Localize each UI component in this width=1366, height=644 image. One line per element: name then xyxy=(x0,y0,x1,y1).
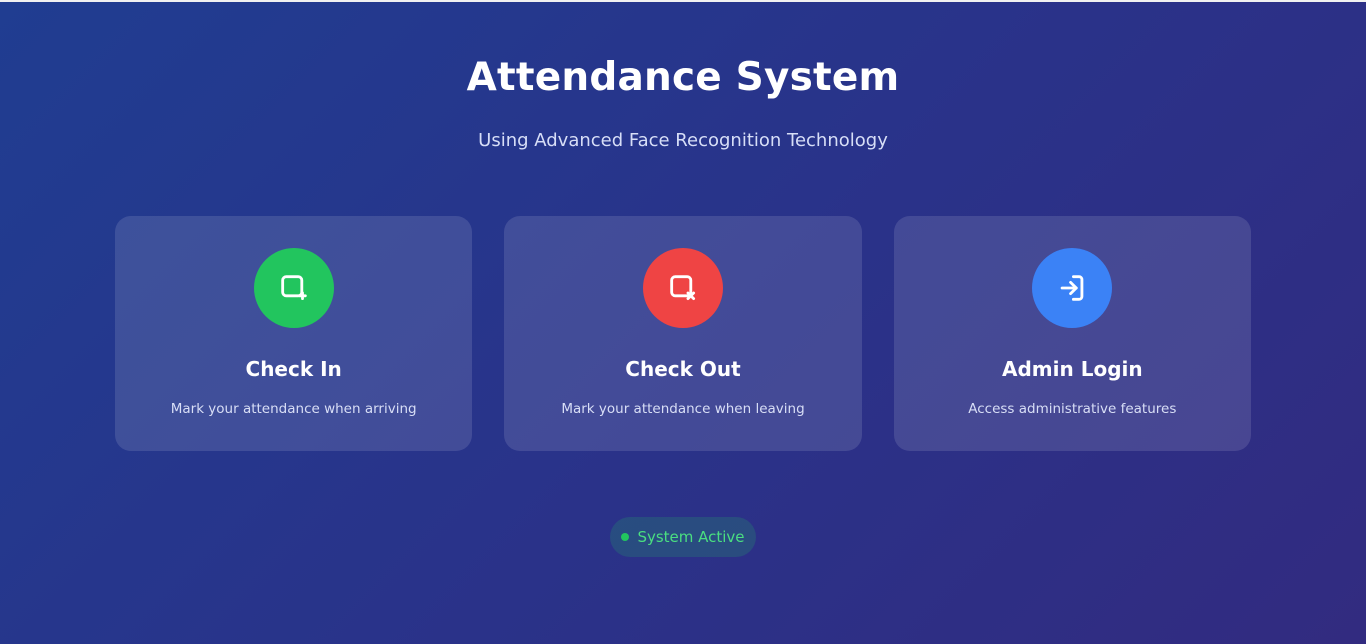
check-out-card[interactable]: Check Out Mark your attendance when leav… xyxy=(504,216,862,451)
check-out-icon xyxy=(670,275,696,301)
check-in-icon xyxy=(280,275,307,301)
admin-login-icon xyxy=(1060,275,1084,301)
status-badge: System Active xyxy=(610,517,756,557)
admin-login-icon-badge xyxy=(1032,248,1113,328)
check-out-description: Mark your attendance when leaving xyxy=(561,401,805,417)
page-title: Attendance System xyxy=(466,55,900,100)
check-in-title: Check In xyxy=(245,357,342,381)
check-out-title: Check Out xyxy=(625,357,741,381)
check-out-icon-badge xyxy=(642,248,723,328)
page-root: Attendance System Using Advanced Face Re… xyxy=(0,2,1366,644)
admin-login-card[interactable]: Admin Login Access administrative featur… xyxy=(893,216,1251,451)
check-in-card[interactable]: Check In Mark your attendance when arriv… xyxy=(115,216,473,451)
action-cards: Check In Mark your attendance when arriv… xyxy=(115,216,1251,451)
page-subtitle: Using Advanced Face Recognition Technolo… xyxy=(478,130,888,151)
status-text: System Active xyxy=(637,527,745,546)
admin-login-description: Access administrative features xyxy=(968,401,1177,417)
status-dot-icon xyxy=(621,533,630,541)
admin-login-title: Admin Login xyxy=(1002,357,1143,381)
check-in-icon-badge xyxy=(253,248,334,328)
check-in-description: Mark your attendance when arriving xyxy=(170,401,417,417)
